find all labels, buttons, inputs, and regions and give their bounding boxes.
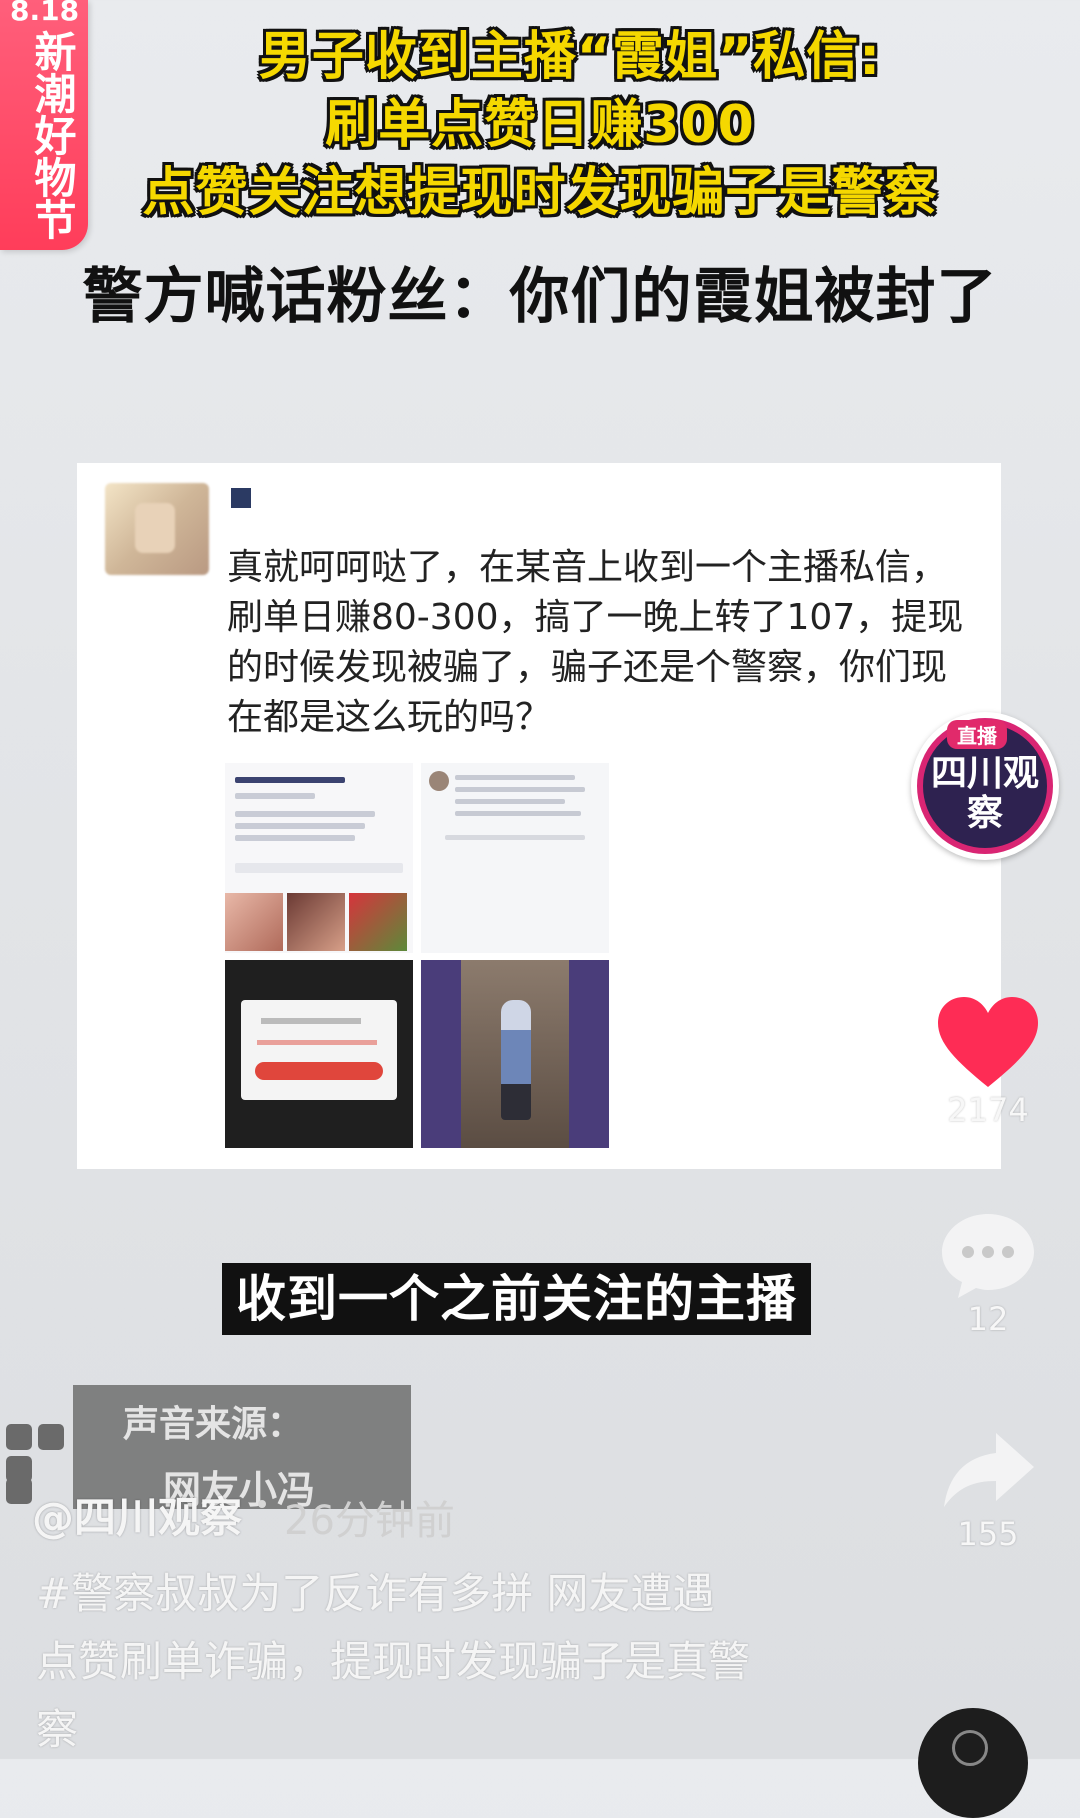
share-button[interactable]: 155 xyxy=(928,1425,1048,1553)
post-image-message xyxy=(421,763,609,953)
heart-icon xyxy=(936,995,1040,1091)
headline-line-1: 男子收到主播“霞姐”私信: xyxy=(258,27,882,87)
comment-icon xyxy=(938,1210,1038,1300)
video-subtitle: 收到一个之前关注的主播 xyxy=(222,1263,811,1335)
share-count: 155 xyxy=(957,1515,1019,1553)
headline-line-3: 点赞关注想提现时发现骗子是警察 xyxy=(142,163,938,223)
video-description[interactable]: #警察叔叔为了反诈有多拼 网友遭遇点赞刷单诈骗，提现时发现骗子是真警察 xyxy=(36,1560,756,1764)
separator-dot xyxy=(258,1500,266,1508)
headline-line-2: 刷单点赞日赚300 xyxy=(325,95,755,155)
post-time: 26分钟前 xyxy=(284,1498,455,1544)
username-marker xyxy=(231,488,251,508)
live-tag: 直播 xyxy=(947,720,1007,749)
like-count: 2174 xyxy=(947,1091,1029,1129)
subheadline: 警方喊话粉丝：你们的霞姐被封了 xyxy=(82,262,998,332)
comment-count: 12 xyxy=(967,1300,1009,1338)
like-button[interactable]: 2174 xyxy=(928,995,1048,1129)
author-name[interactable]: @四川观察 xyxy=(32,1484,242,1545)
comment-button[interactable]: 12 xyxy=(928,1210,1048,1338)
post-text: 真就呵呵哒了，在某音上收到一个主播私信，刷单日赚80-300，搞了一晚上转了10… xyxy=(227,547,964,738)
live-channel-name: 四川观察 xyxy=(930,753,1039,834)
live-avatar-badge[interactable]: 直播 四川观察 xyxy=(911,712,1059,860)
avatar xyxy=(105,483,209,575)
post-image-profile xyxy=(225,763,413,953)
post-image-dialog xyxy=(225,960,413,1148)
music-disc-icon[interactable] xyxy=(918,1708,1028,1818)
post-image-police-video xyxy=(421,960,609,1148)
sound-source-title: 声音来源： xyxy=(123,1404,304,1445)
share-icon xyxy=(938,1425,1038,1515)
post-screenshot-card: 真就呵呵哒了，在某音上收到一个主播私信，刷单日赚80-300，搞了一晚上转了10… xyxy=(77,463,1001,1169)
